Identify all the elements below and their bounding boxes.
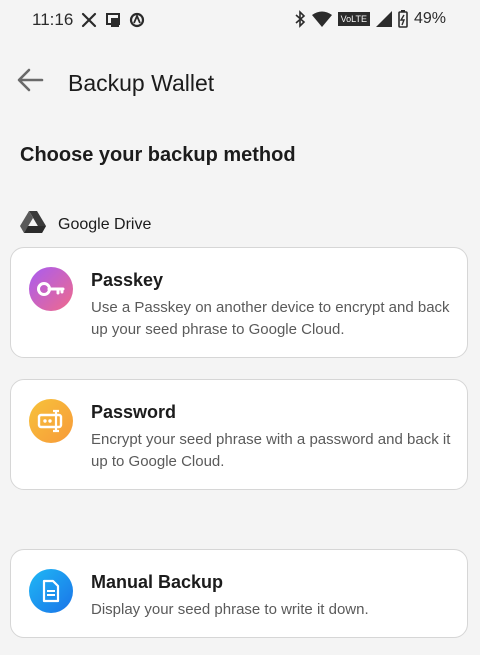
status-bar: 11:16 VoLTE 49% [0,0,480,42]
option-title: Manual Backup [91,572,224,592]
provider-label: Google Drive [58,215,152,233]
status-left: 11:16 [32,10,145,30]
option-title: Password [91,402,177,422]
provider-row: Google Drive [20,210,151,239]
bluetooth-icon [294,10,306,28]
arrow-left-icon [16,66,44,99]
battery-icon [398,10,408,28]
page-title: Backup Wallet [68,70,215,96]
data-saver-icon [129,12,145,28]
volte-label: VoLTE [337,12,370,26]
volte-icon: VoLTE [337,12,370,26]
manual-backup-option-card[interactable]: Manual Backup Display your seed phrase t… [10,549,468,638]
document-icon [29,569,73,613]
option-description: Display your seed phrase to write it dow… [91,601,369,618]
x-icon [81,12,97,28]
status-right: VoLTE 49% [294,10,446,28]
signal-icon [375,11,392,27]
password-input-icon [29,399,73,443]
option-description: Use a Passkey on another device to encry… [91,299,450,338]
status-time: 11:16 [32,10,74,29]
key-icon [29,267,73,311]
app-header: Backup Wallet [0,58,480,110]
cast-icon [105,12,121,28]
option-description: Encrypt your seed phrase with a password… [91,431,451,470]
google-drive-icon [20,210,46,239]
passkey-option-card[interactable]: Passkey Use a Passkey on another device … [10,247,468,358]
section-title: Choose your backup method [20,144,296,166]
back-button[interactable] [10,62,50,102]
battery-percent: 49% [413,10,446,27]
wifi-icon [311,11,332,27]
password-option-card[interactable]: Password Encrypt your seed phrase with a… [10,379,468,490]
option-title: Passkey [91,270,164,290]
